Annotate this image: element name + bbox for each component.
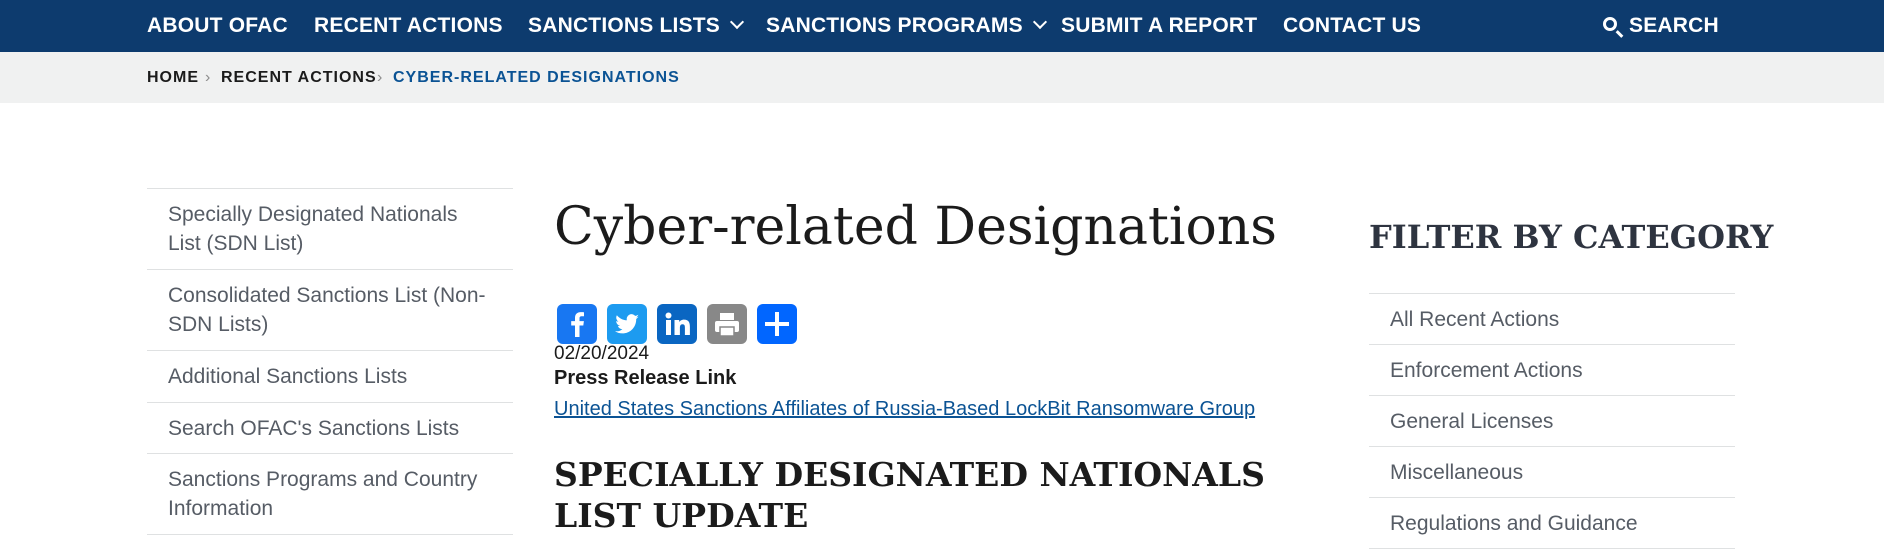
breadcrumb: HOME › RECENT ACTIONS › CYBER-RELATED DE… <box>0 52 1884 103</box>
nav-contact-us[interactable]: CONTACT US <box>1283 0 1421 52</box>
sidebar-item-additional-lists[interactable]: Additional Sanctions Lists <box>147 351 513 403</box>
sidebar-item-sdn-list[interactable]: Specially Designated Nationals List (SDN… <box>147 189 513 270</box>
nav-about-ofac[interactable]: ABOUT OFAC <box>147 0 288 52</box>
nav-submit-report[interactable]: SUBMIT A REPORT <box>1061 0 1257 52</box>
search-icon <box>1603 17 1617 31</box>
search-button[interactable]: SEARCH <box>1603 0 1719 52</box>
chevron-down-icon <box>1032 14 1047 30</box>
breadcrumb-home[interactable]: HOME <box>147 52 199 103</box>
filter-item-miscellaneous[interactable]: Miscellaneous <box>1369 447 1735 498</box>
page-title: Cyber-related Designations <box>554 197 1277 257</box>
share-icon <box>765 312 789 336</box>
sidebar-item-search-lists[interactable]: Search OFAC's Sanctions Lists <box>147 403 513 454</box>
chevron-down-icon <box>729 14 745 30</box>
facebook-share-button[interactable] <box>557 304 597 344</box>
linkedin-icon <box>665 312 690 335</box>
press-release-label: Press Release Link <box>554 367 737 389</box>
sidebar-item-programs[interactable]: Sanctions Programs and Country Informati… <box>147 454 513 535</box>
filter-item-label: Regulations and Guidance <box>1390 512 1638 535</box>
breadcrumb-separator: › <box>377 69 383 86</box>
breadcrumb-separator: › <box>205 69 211 86</box>
filter-item-label: All Recent Actions <box>1390 308 1560 331</box>
nav-sanctions-lists-label: SANCTIONS LISTS <box>528 14 721 37</box>
filter-item-general-licenses[interactable]: General Licenses <box>1369 396 1735 447</box>
facebook-icon <box>571 312 584 337</box>
nav-sanctions-programs-label: SANCTIONS PROGRAMS <box>766 14 1023 37</box>
sidebar-nav: Specially Designated Nationals List (SDN… <box>147 188 513 535</box>
nav-contact-us-label: CONTACT US <box>1283 14 1422 37</box>
twitter-share-button[interactable] <box>607 304 647 344</box>
print-share-button[interactable] <box>707 304 747 344</box>
top-navigation: ABOUT OFAC RECENT ACTIONS SANCTIONS LIST… <box>0 0 1884 52</box>
breadcrumb-recent-actions[interactable]: RECENT ACTIONS <box>221 52 377 103</box>
filter-item-all-recent-actions[interactable]: All Recent Actions <box>1369 294 1735 345</box>
sidebar-item-label: Consolidated Sanctions List (Non-SDN Lis… <box>168 284 486 336</box>
twitter-icon <box>615 314 639 334</box>
filter-item-label: General Licenses <box>1390 410 1554 433</box>
filter-category-list: All Recent Actions Enforcement Actions G… <box>1369 293 1735 549</box>
breadcrumb-current: CYBER-RELATED DESIGNATIONS <box>393 69 680 86</box>
sidebar-item-label: Search OFAC's Sanctions Lists <box>168 416 460 440</box>
sidebar-item-consolidated-list[interactable]: Consolidated Sanctions List (Non-SDN Lis… <box>147 270 513 351</box>
nav-recent-actions-label: RECENT ACTIONS <box>314 14 503 37</box>
publish-date: 02/20/2024 <box>554 343 650 364</box>
filter-item-label: Miscellaneous <box>1390 461 1524 484</box>
sidebar-item-label: Additional Sanctions Lists <box>168 365 408 388</box>
nav-about-ofac-label: ABOUT OFAC <box>147 14 288 37</box>
nav-recent-actions[interactable]: RECENT ACTIONS <box>314 0 503 52</box>
sidebar-item-label: Specially Designated Nationals List (SDN… <box>168 203 458 255</box>
print-icon <box>715 313 739 337</box>
filter-item-regulations-guidance[interactable]: Regulations and Guidance <box>1369 498 1735 549</box>
filter-item-label: Enforcement Actions <box>1390 359 1583 382</box>
filter-item-enforcement-actions[interactable]: Enforcement Actions <box>1369 345 1735 396</box>
nav-sanctions-programs[interactable]: SANCTIONS PROGRAMS <box>766 0 1047 52</box>
filter-title: FILTER BY CATEGORY <box>1369 218 1774 256</box>
nav-submit-report-label: SUBMIT A REPORT <box>1061 14 1258 37</box>
section-heading: SPECIALLY DESIGNATED NATIONALS LIST UPDA… <box>554 455 1265 535</box>
sidebar-item-label: Sanctions Programs and Country Informati… <box>168 468 478 520</box>
press-release-link[interactable]: United States Sanctions Affiliates of Ru… <box>554 398 1255 421</box>
share-button[interactable] <box>757 304 797 344</box>
search-label: SEARCH <box>1629 14 1719 37</box>
linkedin-share-button[interactable] <box>657 304 697 344</box>
nav-sanctions-lists[interactable]: SANCTIONS LISTS <box>528 0 745 52</box>
